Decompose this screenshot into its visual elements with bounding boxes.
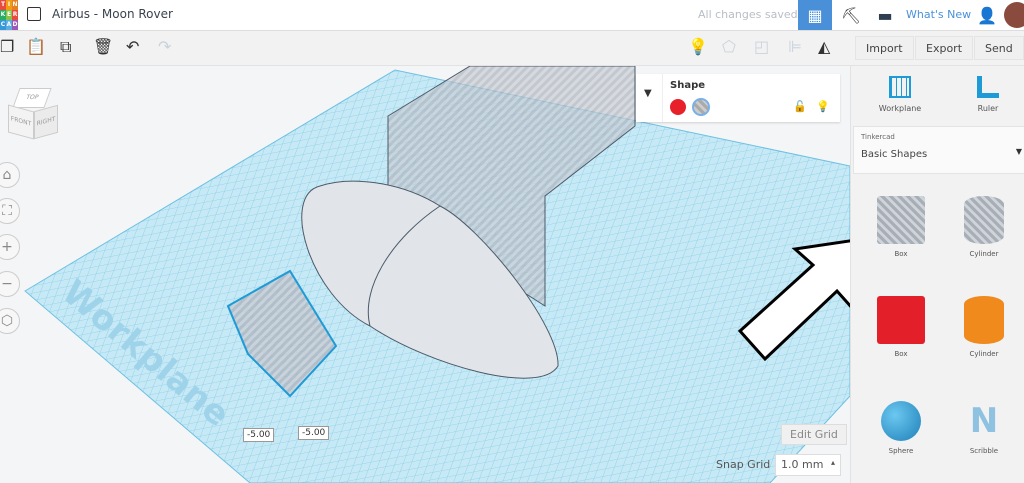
- export-button[interactable]: Export: [915, 36, 974, 60]
- snap-grid-label: Snap Grid: [716, 458, 771, 471]
- solid-color-button[interactable]: [670, 99, 686, 115]
- shape-library-select[interactable]: Tinkercad Basic Shapes ▼: [853, 126, 1024, 174]
- duplicate-icon[interactable]: ⧉: [60, 37, 71, 57]
- delete-icon[interactable]: 🗑: [93, 37, 113, 56]
- shape-label: Sphere: [888, 447, 914, 455]
- sphere-icon: [881, 401, 921, 441]
- 3d-viewport[interactable]: Workplane TOP FRONT RIGHT ⌂ ⛶ + − ⬡ ▼ Sh…: [0, 66, 850, 483]
- cube-icon: ⬡: [0, 313, 14, 329]
- shape-box-hole[interactable]: Box: [866, 196, 936, 258]
- shape-label: Box: [894, 350, 908, 358]
- collapse-icon[interactable]: ▼: [644, 88, 652, 99]
- snap-grid-value: 1.0 mm: [781, 458, 824, 471]
- view-cube-front[interactable]: FRONT: [11, 115, 32, 127]
- shape-label: Cylinder: [969, 350, 999, 358]
- shape-label: Scribble: [969, 447, 999, 455]
- logo-letter: R: [12, 10, 18, 20]
- dimension-y[interactable]: -5.00: [298, 426, 330, 440]
- invite-user-button[interactable]: 👤: [974, 0, 1000, 30]
- box-icon: [877, 196, 925, 244]
- shape-box[interactable]: Box: [866, 296, 936, 358]
- minus-icon: −: [1, 276, 13, 292]
- hole-button[interactable]: [692, 98, 710, 116]
- send-to-button[interactable]: Send To: [974, 36, 1024, 79]
- visibility-icon[interactable]: 💡: [816, 100, 830, 113]
- snap-grid-select[interactable]: 1.0 mm ▴: [775, 454, 841, 476]
- redo-icon[interactable]: ↷: [158, 37, 171, 56]
- plus-icon: +: [1, 239, 13, 255]
- lock-icon[interactable]: 🔓: [793, 100, 807, 113]
- library-name: Basic Shapes: [861, 149, 928, 160]
- shape-label: Cylinder: [969, 250, 999, 258]
- view-cube[interactable]: TOP FRONT RIGHT: [4, 84, 60, 144]
- home-icon: ⌂: [2, 167, 12, 183]
- ruler-icon: [977, 76, 999, 98]
- chevron-down-icon: ▼: [1015, 147, 1022, 156]
- 3d-view-button[interactable]: ▦: [798, 0, 832, 30]
- ruler-tool[interactable]: Ruler: [953, 76, 1023, 113]
- import-button[interactable]: Import: [855, 36, 914, 60]
- avatar[interactable]: [1004, 2, 1024, 28]
- copy-icon[interactable]: ❐: [0, 37, 14, 56]
- mirror-icon[interactable]: ◭: [818, 37, 830, 56]
- group-icon[interactable]: ⬠: [722, 37, 736, 56]
- scene: Workplane: [24, 66, 850, 483]
- save-status: All changes saved: [698, 8, 798, 21]
- align-icon[interactable]: ⊫: [788, 37, 802, 56]
- bricks-view-button[interactable]: ▬: [868, 0, 902, 30]
- inspector-title: Shape: [670, 80, 706, 91]
- ungroup-icon[interactable]: ◰: [754, 37, 769, 56]
- workplane-tool[interactable]: Workplane: [865, 76, 935, 113]
- edit-toolbar: ❐ 📋 ⧉ 🗑 ↶ ↷ 💡 ⬠ ◰ ⊫ ◭ Import Export Send…: [0, 31, 1024, 79]
- fit-icon: ⛶: [2, 203, 12, 219]
- design-title[interactable]: Airbus - Moon Rover: [52, 7, 173, 21]
- library-group: Tinkercad: [861, 133, 895, 141]
- grid-icon: ▦: [807, 5, 823, 25]
- shape-scribble[interactable]: N Scribble: [949, 401, 1019, 455]
- lightbulb-icon[interactable]: 💡: [688, 37, 708, 56]
- minecraft-view-button[interactable]: ⛏: [834, 0, 868, 30]
- scribble-icon: N: [969, 401, 999, 441]
- right-panel: Workplane Ruler Tinkercad Basic Shapes ▼…: [850, 66, 1024, 483]
- top-bar: TINKERCAD Airbus - Moon Rover All change…: [0, 0, 1024, 31]
- shape-inspector: ▼ Shape 🔓 💡: [636, 74, 840, 122]
- workplane-label: Workplane: [878, 104, 922, 113]
- arrow-annotation: [737, 239, 850, 361]
- chevron-up-icon: ▴: [830, 458, 835, 467]
- undo-icon[interactable]: ↶: [126, 37, 139, 56]
- view-cube-top[interactable]: TOP: [25, 94, 40, 101]
- add-user-icon: 👤: [977, 5, 997, 25]
- whats-new-link[interactable]: What's New: [906, 8, 971, 21]
- cylinder-icon: [964, 296, 1004, 344]
- paste-icon[interactable]: 📋: [26, 37, 46, 56]
- shape-label: Box: [894, 250, 908, 258]
- ruler-label: Ruler: [977, 104, 999, 113]
- logo-letter: N: [12, 0, 18, 10]
- view-cube-front-face[interactable]: FRONT: [8, 104, 34, 140]
- pickaxe-icon: ⛏: [840, 5, 862, 25]
- logo-letter: D: [12, 20, 18, 30]
- view-cube-right[interactable]: RIGHT: [37, 115, 56, 127]
- view-cube-right-face[interactable]: RIGHT: [34, 104, 58, 140]
- design-list-icon[interactable]: [27, 7, 41, 21]
- edit-grid-button[interactable]: Edit Grid: [781, 424, 847, 445]
- view-cube-top-face[interactable]: TOP: [12, 88, 52, 108]
- tinkercad-logo[interactable]: TINKERCAD: [0, 0, 18, 30]
- box-icon: [877, 296, 925, 344]
- workplane-icon: [889, 76, 911, 98]
- brick-icon: ▬: [877, 5, 893, 25]
- shape-cylinder-hole[interactable]: Cylinder: [949, 196, 1019, 258]
- dimension-x[interactable]: -5.00: [243, 428, 275, 442]
- cylinder-icon: [964, 196, 1004, 244]
- shape-sphere[interactable]: Sphere: [866, 401, 936, 455]
- shape-cylinder[interactable]: Cylinder: [949, 296, 1019, 358]
